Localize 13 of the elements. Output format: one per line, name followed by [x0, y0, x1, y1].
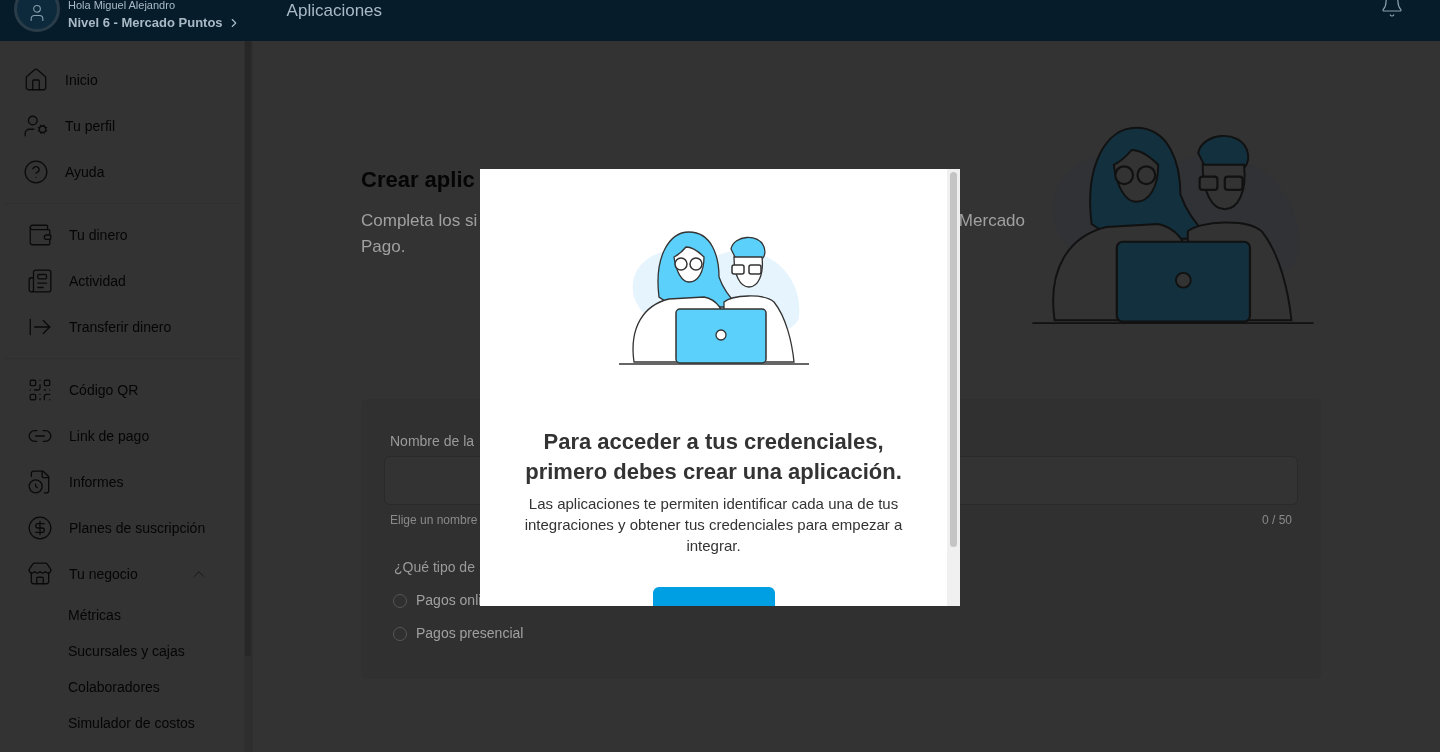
radio-label: Pagos presencial: [416, 624, 524, 643]
field-label: Nombre de la: [389, 432, 475, 451]
intro-text: Pago.: [361, 235, 407, 258]
modal-text: Las aplicaciones te permiten identificar cada una de tus integraciones y obtener tus credenciales para empezar a integrar.: [523, 494, 904, 556]
intro-text: Completa los si: [361, 210, 478, 232]
greeting: Hola Miguel Alejandro: [68, 0, 176, 12]
character-counter: 0 / 50: [1261, 512, 1292, 529]
modal-heading: Para acceder a tus credenciales, primero debes crear una aplicación.: [524, 428, 903, 486]
intro-text: Mercado: [958, 210, 1025, 232]
radio-label: Pagos onli: [416, 591, 482, 610]
helper-text: Elige un nombre: [390, 512, 478, 529]
question-label: ¿Qué tipo de: [393, 558, 475, 577]
page-title: Aplicaciones: [286, 0, 383, 22]
